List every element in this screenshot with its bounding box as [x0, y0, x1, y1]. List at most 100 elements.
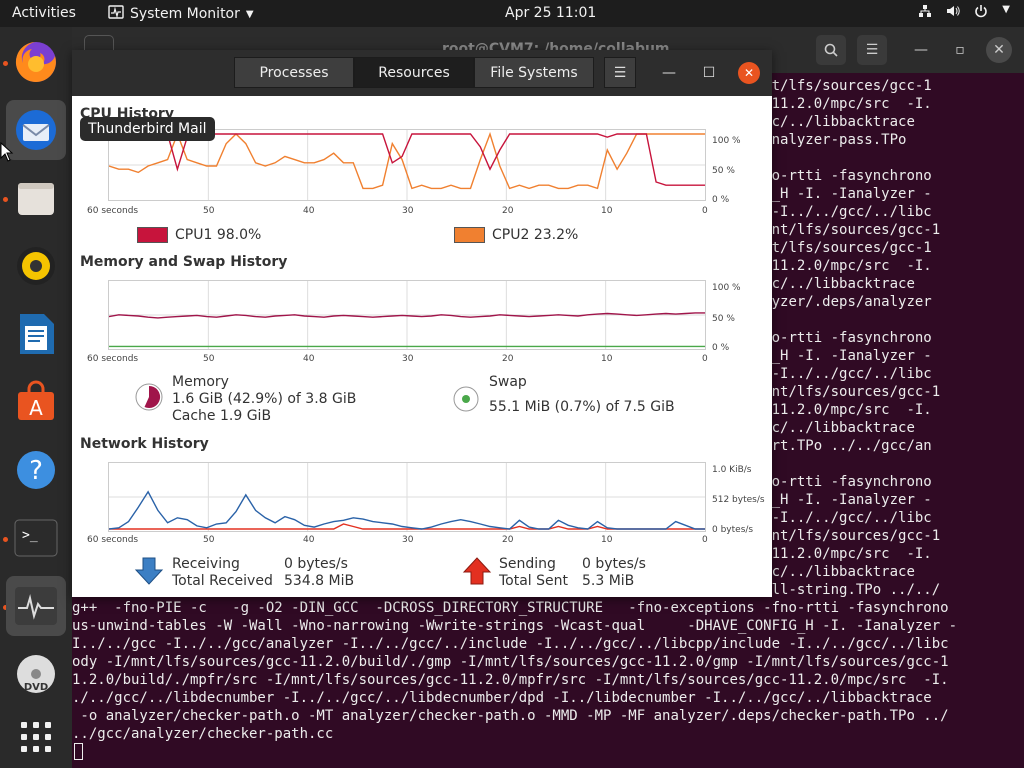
system-tray[interactable]: ▼ [918, 4, 1010, 22]
close-button[interactable]: ✕ [738, 62, 760, 84]
help-icon: ? [17, 451, 55, 489]
tab-resources[interactable]: Resources [354, 57, 474, 88]
tab-processes[interactable]: Processes [234, 57, 354, 88]
menu-button[interactable]: ☰ [857, 35, 887, 65]
dock-files[interactable] [6, 168, 66, 228]
network-x-label: 0 [702, 535, 708, 545]
cpu1-color-swatch[interactable] [137, 227, 168, 243]
network-history-chart [109, 463, 705, 531]
swap-detail: 55.1 MiB (0.7%) of 7.5 GiB [489, 399, 675, 415]
chevron-down-icon: ▼ [1002, 4, 1010, 15]
network-y-label: 1.0 KiB/s [712, 465, 752, 475]
sending-legend: Sending Total Sent [499, 556, 568, 590]
terminal-line: 1.2.0/build/./mpfr/src -I/mnt/lfs/source… [72, 672, 949, 688]
memory-x-label: 10 [601, 354, 613, 364]
folder-icon [18, 183, 54, 215]
close-button[interactable]: ✕ [986, 37, 1012, 63]
receiving-value: 0 bytes/s [284, 556, 348, 572]
svg-text:DVD: DVD [24, 682, 48, 693]
download-arrow-icon[interactable] [134, 556, 164, 586]
memory-x-label: 40 [303, 354, 315, 364]
grid-icon [21, 722, 51, 752]
svg-text:>_: >_ [22, 528, 38, 543]
shopping-bag-icon: A [18, 380, 54, 420]
cpu-y-label: 100 % [712, 136, 741, 146]
memory-x-label: 60 seconds [87, 354, 139, 364]
cpu2-legend: CPU2 23.2% [492, 227, 579, 243]
network-x-label: 60 seconds [87, 535, 139, 545]
memory-x-label: 0 [702, 354, 708, 364]
swap-pie-icon[interactable] [452, 385, 480, 413]
terminal-cursor [74, 743, 83, 760]
network-graph [108, 462, 706, 532]
minimize-button[interactable]: — [906, 35, 936, 65]
show-applications-button[interactable] [6, 707, 66, 767]
dock-rhythmbox[interactable] [6, 236, 66, 296]
swap-label: Swap [489, 374, 527, 390]
cpu-x-label: 20 [502, 206, 514, 216]
network-history-title: Network History [80, 436, 209, 452]
total-sent-value: 5.3 MiB [582, 573, 635, 589]
terminal-line: -o analyzer/checker-path.o -MT analyzer/… [72, 708, 949, 724]
tab-file-systems[interactable]: File Systems [474, 57, 594, 88]
thunderbird-icon [16, 110, 56, 150]
menu-button[interactable]: ☰ [604, 57, 636, 88]
network-icon [918, 4, 932, 22]
cpu-x-label: 10 [601, 206, 613, 216]
terminal-icon: >_ [14, 519, 58, 557]
speaker-icon [17, 247, 55, 285]
cpu-y-label: 0 % [712, 195, 730, 205]
dock-writer[interactable] [6, 304, 66, 364]
dock-firefox[interactable] [6, 32, 66, 92]
sending-label: Sending [499, 556, 556, 572]
mouse-pointer-icon [0, 142, 14, 162]
memory-label: Memory [172, 374, 229, 390]
cpu-x-label: 50 [203, 206, 215, 216]
memory-x-label: 20 [502, 354, 514, 364]
dock-help[interactable]: ? [6, 440, 66, 500]
cache-detail: Cache 1.9 GiB [172, 408, 272, 424]
hamburger-icon: ☰ [865, 42, 879, 58]
maximize-button[interactable]: ☐ [696, 58, 722, 88]
memory-y-label: 0 % [712, 343, 730, 353]
terminal-line: I../../gcc -I../../gcc/analyzer -I../../… [72, 636, 949, 652]
dock-thunderbird[interactable] [6, 100, 66, 160]
hamburger-icon: ☰ [613, 64, 627, 81]
memory-x-label: 50 [203, 354, 215, 364]
search-icon [824, 43, 838, 57]
cpu1-legend: CPU1 98.0% [175, 227, 262, 243]
memory-pie-icon[interactable] [134, 382, 164, 412]
cpu-y-label: 50 % [712, 166, 735, 176]
receiving-label: Receiving [172, 556, 240, 572]
maximize-button[interactable]: ▫ [945, 35, 975, 65]
network-x-label: 20 [502, 535, 514, 545]
dock-dvd[interactable]: DVD [6, 644, 66, 704]
cpu-x-label: 30 [402, 206, 414, 216]
upload-arrow-icon[interactable] [462, 556, 492, 586]
network-x-label: 30 [402, 535, 414, 545]
cpu-x-label: 60 seconds [87, 206, 139, 216]
network-x-label: 50 [203, 535, 215, 545]
close-icon: ✕ [743, 66, 755, 80]
swap-legend: Swap 55.1 MiB (0.7%) of 7.5 GiB [489, 374, 675, 416]
app-menu[interactable]: System Monitor ▼ [108, 5, 254, 23]
network-x-label: 10 [601, 535, 613, 545]
memory-history-title: Memory and Swap History [80, 254, 288, 270]
memory-y-label: 50 % [712, 314, 735, 324]
activities-button[interactable]: Activities [12, 5, 76, 21]
terminal-line: ../gcc/analyzer/checker-path.cc [72, 726, 334, 742]
cpu-x-label: 40 [303, 206, 315, 216]
search-button[interactable] [816, 35, 846, 65]
sending-values: 0 bytes/s 5.3 MiB [582, 556, 646, 590]
dvd-icon: DVD [17, 655, 55, 693]
dock-software[interactable]: A [6, 372, 66, 432]
dock-system-monitor[interactable] [6, 576, 66, 636]
cpu2-color-swatch[interactable] [454, 227, 485, 243]
clock[interactable]: Apr 25 11:01 [505, 5, 596, 21]
svg-text:A: A [29, 396, 43, 420]
network-y-label: 0 bytes/s [712, 525, 754, 535]
minimize-button[interactable]: — [656, 58, 682, 88]
dock-terminal[interactable]: >_ [6, 508, 66, 568]
close-icon: ✕ [993, 42, 1005, 58]
svg-text:?: ? [29, 456, 43, 486]
